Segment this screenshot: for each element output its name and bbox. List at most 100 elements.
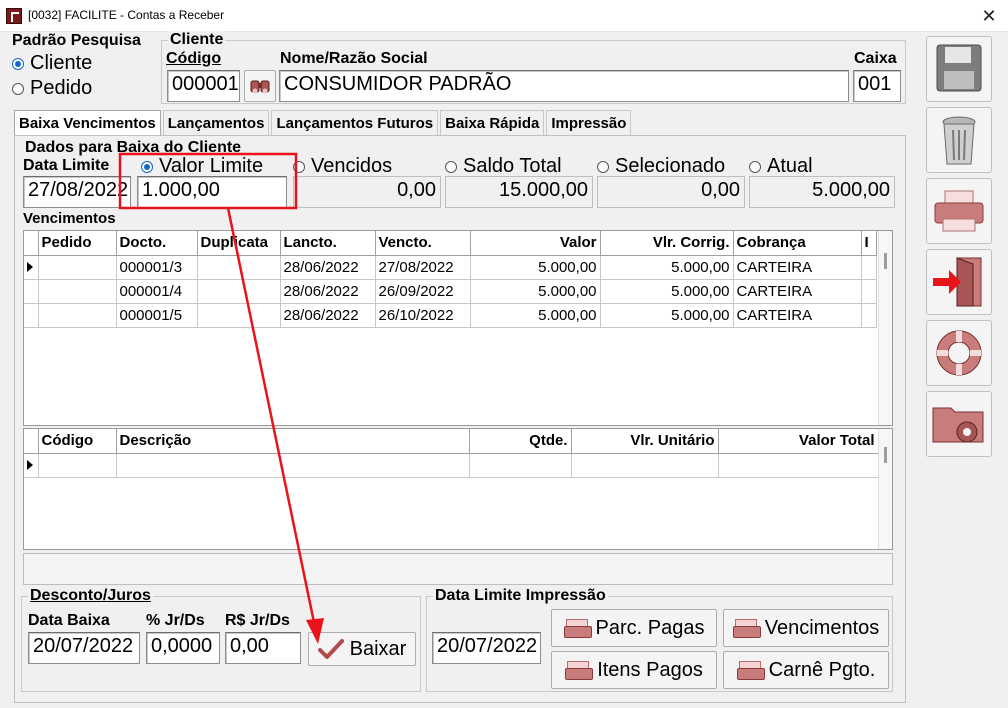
atual-value: 5.000,00 — [749, 176, 895, 208]
folder-gear-icon — [932, 407, 984, 443]
delete-button[interactable] — [926, 107, 992, 173]
saldo-total-value: 15.000,00 — [445, 176, 593, 208]
printer-icon — [736, 661, 765, 680]
parc-pagas-button[interactable]: Parc. Pagas — [551, 609, 717, 647]
itens-scrollbar[interactable] — [878, 429, 892, 549]
row-indicator — [24, 303, 39, 328]
nome-label: Nome/Razão Social — [280, 50, 428, 67]
radio-dot — [749, 160, 761, 173]
impressao-group-label: Data Limite Impressão — [433, 587, 608, 605]
radio-vencidos[interactable]: Vencidos — [293, 155, 392, 178]
itens-pagos-button[interactable]: Itens Pagos — [551, 651, 717, 689]
col-cobranca[interactable]: Cobrança — [733, 231, 862, 256]
exit-door-icon — [933, 257, 982, 307]
radio-cliente[interactable]: Cliente — [12, 52, 92, 75]
col-i[interactable]: I — [861, 231, 877, 256]
search-mode-label: Padrão Pesquisa — [12, 32, 141, 49]
search-mode-group: Padrão Pesquisa Cliente Pedido — [8, 32, 156, 104]
table-row[interactable]: 000001/5 28/06/2022 26/10/2022 5.000,00 … — [24, 303, 877, 328]
radio-saldo-total[interactable]: Saldo Total — [445, 155, 562, 178]
window-title: [0032] FACILITE - Contas a Receber — [28, 8, 225, 22]
vencimentos-label: Vencimentos — [23, 210, 116, 227]
impressao-group: Data Limite Impressão 20/07/2022 Parc. P… — [426, 587, 893, 692]
row-pointer-icon — [27, 261, 33, 272]
radio-dot — [597, 160, 609, 173]
vencimentos-scrollbar[interactable] — [878, 231, 892, 425]
row-pointer-icon — [27, 459, 33, 470]
col-valor[interactable]: Valor — [470, 231, 601, 256]
exit-button[interactable] — [926, 249, 992, 315]
radio-dot — [12, 57, 24, 70]
row-indicator — [24, 279, 39, 304]
printer-icon — [563, 619, 592, 638]
printer-icon — [565, 661, 594, 680]
valor-limite-field[interactable]: 1.000,00 — [137, 176, 287, 208]
selecionado-value: 0,00 — [597, 176, 745, 208]
tab-lancamentos[interactable]: Lançamentos — [162, 110, 270, 136]
col-descricao[interactable]: Descrição — [116, 429, 470, 454]
app-icon — [6, 8, 22, 24]
data-limite-label: Data Limite — [23, 157, 110, 174]
data-limite-field[interactable]: 27/08/2022 — [23, 176, 131, 208]
desconto-group: Desconto/Juros Data Baixa 20/07/2022 % J… — [21, 587, 421, 692]
col-codigo[interactable]: Código — [38, 429, 117, 454]
data-baixa-field[interactable]: 20/07/2022 — [28, 632, 140, 664]
radio-pedido[interactable]: Pedido — [12, 77, 92, 100]
jr-rs-field[interactable]: 0,00 — [225, 632, 301, 664]
vencimentos-print-button[interactable]: Vencimentos — [723, 609, 889, 647]
tab-baixa-vencimentos[interactable]: Baixa Vencimentos — [14, 110, 161, 136]
vencidos-value: 0,00 — [293, 176, 441, 208]
desconto-group-label: Desconto/Juros — [28, 587, 153, 605]
radio-dot — [12, 82, 24, 95]
col-pedido[interactable]: Pedido — [38, 231, 117, 256]
table-row[interactable]: 000001/3 28/06/2022 27/08/2022 5.000,00 … — [24, 255, 877, 280]
tab-lancamentos-futuros[interactable]: Lançamentos Futuros — [271, 110, 439, 136]
col-docto[interactable]: Docto. — [116, 231, 198, 256]
close-icon[interactable]: ✕ — [978, 5, 1000, 27]
tab-impressao[interactable]: Impressão — [546, 110, 632, 136]
radio-dot — [293, 160, 305, 173]
scrollbar-thumb[interactable] — [884, 447, 887, 463]
row-indicator — [24, 255, 39, 280]
tab-strip: Baixa Vencimentos Lançamentos Lançamento… — [14, 110, 632, 136]
baixar-button[interactable]: Baixar — [308, 632, 416, 666]
radio-atual[interactable]: Atual — [749, 155, 813, 178]
print-button[interactable] — [926, 178, 992, 244]
binoculars-search-button[interactable] — [244, 70, 276, 102]
col-qtde[interactable]: Qtde. — [469, 429, 572, 454]
carne-pgto-button[interactable]: Carnê Pgto. — [723, 651, 889, 689]
col-vencto[interactable]: Vencto. — [375, 231, 471, 256]
col-valor-total[interactable]: Valor Total — [718, 429, 879, 454]
jr-rs-label: R$ Jr/Ds — [225, 612, 290, 629]
radio-dot — [141, 160, 153, 173]
codigo-field[interactable]: 000001 — [167, 70, 240, 102]
col-duplicata[interactable]: Duplicata — [197, 231, 281, 256]
table-row[interactable]: 000001/4 28/06/2022 26/09/2022 5.000,00 … — [24, 279, 877, 304]
col-vlr-corrig[interactable]: Vlr. Corrig. — [600, 231, 734, 256]
grid-indicator-header — [24, 429, 39, 454]
col-lancto[interactable]: Lancto. — [280, 231, 376, 256]
radio-selecionado[interactable]: Selecionado — [597, 155, 725, 178]
tab-baixa-rapida[interactable]: Baixa Rápida — [440, 110, 545, 136]
caixa-field[interactable]: 001 — [853, 70, 901, 102]
nome-field[interactable]: CONSUMIDOR PADRÃO — [279, 70, 849, 102]
printer-icon — [934, 190, 984, 232]
jr-pct-field[interactable]: 0,0000 — [146, 632, 220, 664]
radio-valor-limite[interactable]: Valor Limite — [141, 155, 263, 178]
col-vlr-unitario[interactable]: Vlr. Unitário — [571, 429, 719, 454]
scrollbar-thumb[interactable] — [884, 253, 887, 269]
help-button[interactable] — [926, 320, 992, 386]
lifebuoy-icon — [936, 330, 982, 376]
cliente-group-label: Cliente — [168, 31, 226, 49]
impressao-date-field[interactable]: 20/07/2022 — [432, 632, 541, 664]
binoculars-icon — [250, 80, 270, 94]
save-icon — [936, 44, 982, 92]
trash-icon — [942, 116, 976, 165]
save-button[interactable] — [926, 36, 992, 102]
status-bar — [23, 553, 893, 585]
vencimentos-grid: Pedido Docto. Duplicata Lancto. Vencto. … — [23, 230, 893, 426]
settings-button[interactable] — [926, 391, 992, 457]
row-indicator — [24, 453, 39, 478]
table-row[interactable] — [24, 453, 879, 478]
caixa-label: Caixa — [854, 50, 897, 67]
